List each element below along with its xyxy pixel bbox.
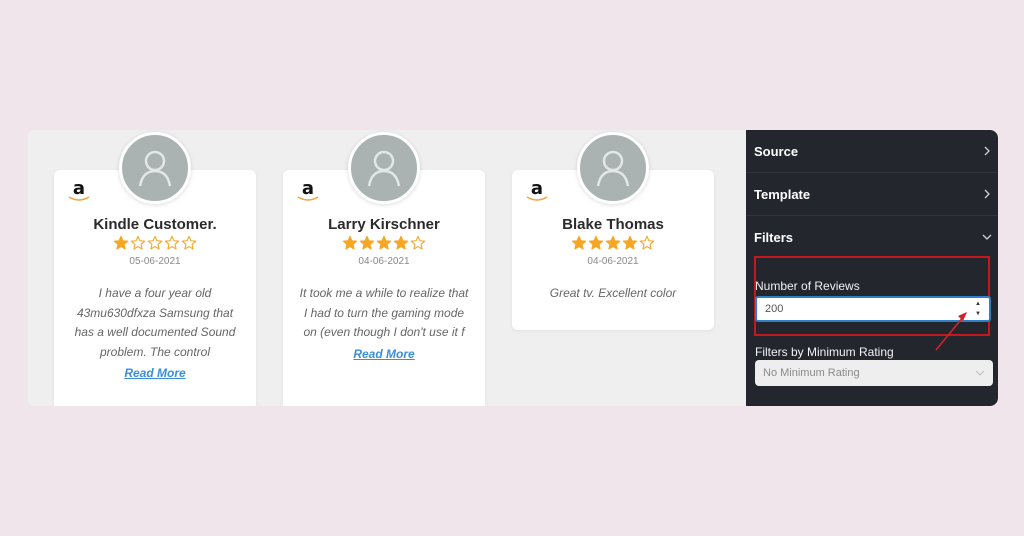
chevron-down-icon (975, 370, 985, 376)
accordion-label: Template (754, 186, 811, 202)
user-icon (596, 150, 630, 187)
star-rating (54, 235, 256, 251)
review-date: 04-06-2021 (358, 256, 410, 267)
accordion-source[interactable]: Source (746, 130, 998, 173)
review-text: I have a four year old 43mu630dfxza Sams… (74, 286, 236, 359)
accordion-label: Filters (754, 229, 794, 245)
chevron-down-icon (982, 234, 992, 240)
star-filled-icon (359, 235, 375, 250)
star-empty-icon (181, 235, 197, 250)
chevron-right-icon (984, 189, 990, 199)
star-empty-icon (147, 235, 163, 250)
number-stepper[interactable]: ▲ ▼ (973, 300, 983, 318)
star-rating (283, 235, 485, 251)
star-filled-icon (622, 235, 638, 250)
accordion-template[interactable]: Template (746, 173, 998, 216)
amazon-logo-icon: a (526, 180, 548, 204)
number-of-reviews-input[interactable]: 200 ▲ ▼ (755, 296, 991, 322)
number-of-reviews-value: 200 (765, 303, 784, 315)
review-card: a Kindle Customer. 05-06-2021 I have a f… (54, 132, 256, 406)
star-empty-icon (130, 235, 146, 250)
reviewer-name: Kindle Customer. (93, 216, 217, 233)
review-date: 05-06-2021 (129, 256, 181, 267)
star-empty-icon (639, 235, 655, 250)
chevron-right-icon (984, 146, 990, 156)
avatar (348, 132, 420, 204)
star-filled-icon (588, 235, 604, 250)
decrement-icon[interactable]: ▼ (975, 310, 981, 318)
star-rating (512, 235, 714, 251)
accordion-filters[interactable]: Filters (746, 216, 998, 258)
review-card: a Blake Thomas 04-06-2021 Great tv. Exce… (512, 132, 714, 330)
reviewer-name: Larry Kirschner (328, 216, 440, 233)
star-filled-icon (342, 235, 358, 250)
amazon-logo-icon: a (297, 180, 319, 204)
review-text: It took me a while to realize that I had… (299, 286, 469, 339)
star-empty-icon (164, 235, 180, 250)
settings-panel: Source Template Filters Number of Review… (746, 130, 998, 406)
min-rating-select[interactable]: No Minimum Rating (755, 360, 993, 386)
filters-body: Number of Reviews 200 ▲ ▼ Filters by Min… (746, 256, 998, 408)
star-empty-icon (410, 235, 426, 250)
read-more-link[interactable]: Read More (353, 347, 414, 361)
avatar (577, 132, 649, 204)
star-filled-icon (605, 235, 621, 250)
review-date: 04-06-2021 (587, 256, 639, 267)
min-rating-label: Filters by Minimum Rating (755, 345, 894, 359)
star-filled-icon (571, 235, 587, 250)
widget-editor: a Kindle Customer. 05-06-2021 I have a f… (28, 130, 998, 406)
star-filled-icon (376, 235, 392, 250)
number-of-reviews-label: Number of Reviews (755, 279, 860, 293)
min-rating-value: No Minimum Rating (763, 367, 860, 379)
user-icon (367, 150, 401, 187)
star-filled-icon (393, 235, 409, 250)
accordion-label: Source (754, 143, 799, 159)
reviewer-name: Blake Thomas (562, 216, 664, 233)
increment-icon[interactable]: ▲ (975, 300, 981, 308)
review-text: Great tv. Excellent color (549, 286, 677, 300)
reviews-preview: a Kindle Customer. 05-06-2021 I have a f… (28, 130, 746, 406)
read-more-link[interactable]: Read More (124, 366, 185, 380)
review-card: a Larry Kirschner 04-06-2021 It took me … (283, 132, 485, 406)
user-icon (138, 150, 172, 187)
avatar (119, 132, 191, 204)
amazon-logo-icon: a (68, 180, 90, 204)
star-filled-icon (113, 235, 129, 250)
